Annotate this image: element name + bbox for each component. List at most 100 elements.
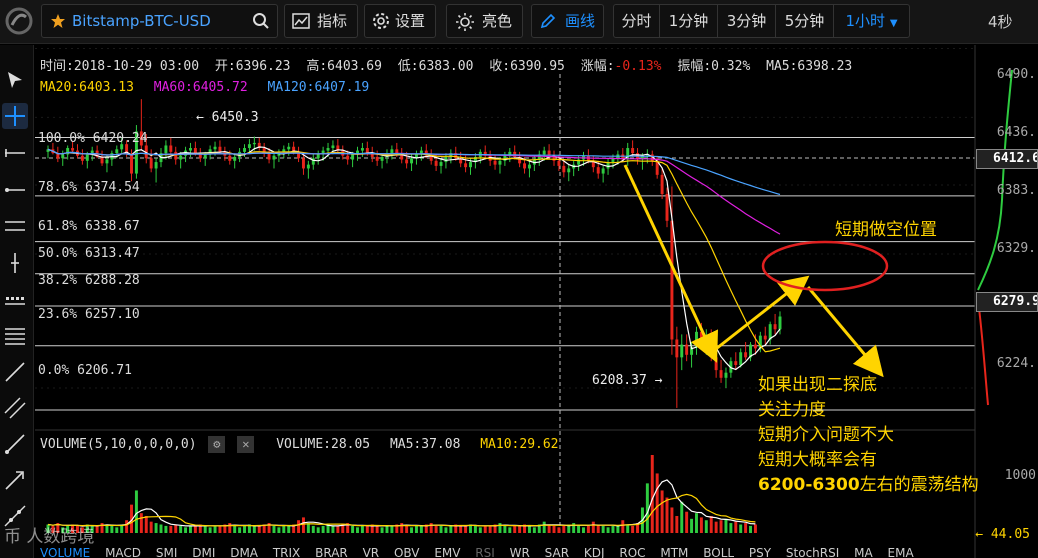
volume-bar <box>174 524 178 533</box>
candle-body <box>218 146 222 152</box>
volume-bar <box>690 518 694 533</box>
volume-bar <box>179 525 183 533</box>
volume-bar <box>134 490 138 533</box>
indicator-tab[interactable]: EMA <box>888 546 914 558</box>
volume-bar <box>660 490 664 533</box>
volume-bar <box>110 525 114 533</box>
annotation-arrow-forecast <box>806 286 884 378</box>
info-change-label: 涨幅: <box>580 59 615 74</box>
low-marker: 6208.37 → <box>592 373 663 388</box>
indicator-tab[interactable]: WR <box>510 546 530 558</box>
volume-bar <box>331 525 335 533</box>
candle-body <box>272 155 276 160</box>
candle-body <box>601 168 605 174</box>
close-icon[interactable]: ✕ <box>237 436 255 453</box>
indicator-tab[interactable]: SMI <box>156 546 178 558</box>
volume-bar <box>139 513 143 533</box>
indicator-tab[interactable]: SAR <box>545 546 569 558</box>
candle-body <box>567 168 571 173</box>
candle-body <box>247 144 251 149</box>
volume-bar <box>744 523 748 533</box>
volume-bar <box>400 523 404 533</box>
indicator-tab[interactable]: VR <box>363 546 380 558</box>
volume-bar <box>144 515 148 533</box>
volume-bar <box>695 513 698 533</box>
volume-bar <box>125 520 129 533</box>
indicator-tab[interactable]: BOLL <box>703 546 734 558</box>
volume-bar <box>115 527 119 533</box>
volume-bar <box>218 525 222 533</box>
fib-label-500: 50.0% 6313.47 <box>38 246 140 261</box>
indicator-tab[interactable]: KDJ <box>584 546 605 558</box>
indicator-tab[interactable]: MACD <box>105 546 141 558</box>
analysis-range: 6200-6300 <box>758 475 860 495</box>
candle-body <box>213 146 217 150</box>
volume-bar <box>385 525 389 533</box>
candle-body <box>596 167 600 174</box>
candle-body <box>252 142 256 145</box>
candle-body <box>115 149 119 154</box>
ma20-line <box>47 148 781 353</box>
volume-bar <box>277 527 281 533</box>
candle-body <box>326 148 330 151</box>
indicator-tab[interactable]: PSY <box>749 546 771 558</box>
indicator-tab[interactable]: ROC <box>619 546 645 558</box>
volume-bar <box>626 524 630 533</box>
indicator-tab[interactable]: DMI <box>192 546 215 558</box>
volume-bar <box>483 525 487 533</box>
indicator-tab[interactable]: BRAR <box>315 546 348 558</box>
gear-icon[interactable]: ⚙ <box>208 436 226 453</box>
candle-body <box>287 146 291 150</box>
volume-bar <box>650 455 654 533</box>
info-change-value: -0.13% <box>614 59 662 74</box>
ma60-line <box>47 148 781 235</box>
volume-bar <box>473 525 477 533</box>
volume-bar <box>95 525 99 533</box>
candle-body <box>773 324 777 330</box>
volume-title: VOLUME(5,10,0,0,0,0) <box>40 437 197 452</box>
indicator-tab[interactable]: DMA <box>230 546 258 558</box>
volume-bar <box>336 525 340 533</box>
candle-body <box>542 150 546 155</box>
volume-ma10-line <box>47 493 756 527</box>
annotation-arrow-up <box>711 275 810 354</box>
indicator-tab[interactable]: RSI <box>475 546 495 558</box>
volume-bar <box>100 523 104 533</box>
volume-bar <box>287 525 291 533</box>
volume-bar <box>503 525 507 533</box>
candle-body <box>380 156 384 161</box>
volume-bar <box>557 527 561 533</box>
indicator-tab[interactable]: MTM <box>660 546 688 558</box>
candle-body <box>80 155 84 161</box>
candle-body <box>188 148 192 151</box>
candle-body <box>434 160 438 166</box>
volume-value: VOLUME:28.05 <box>276 437 371 452</box>
candle-body <box>734 361 738 366</box>
candle-body <box>685 344 689 355</box>
indicator-tab[interactable]: MA <box>854 546 873 558</box>
fib-label-236: 23.6% 6257.10 <box>38 307 140 322</box>
volume-bar <box>464 525 468 533</box>
volume-bar <box>360 525 364 533</box>
volume-bar <box>228 523 232 533</box>
moving-averages <box>47 146 781 371</box>
indicator-tab[interactable]: VOLUME <box>40 546 90 558</box>
candle-body <box>203 154 207 159</box>
volume-bar <box>586 525 590 533</box>
candle-body <box>405 159 409 164</box>
volume-bar <box>159 524 163 533</box>
info-close: 收:6390.95 <box>489 59 565 74</box>
indicator-tab[interactable]: EMV <box>434 546 460 558</box>
candle-body <box>149 158 153 169</box>
volume-bar <box>685 511 689 533</box>
volume-bar <box>488 525 492 533</box>
indicator-tab[interactable]: OBV <box>394 546 420 558</box>
volume-bar <box>188 525 192 533</box>
volume-bar <box>444 527 448 533</box>
volume-bar <box>233 525 237 533</box>
indicator-tab[interactable]: StochRSI <box>786 546 839 558</box>
indicator-tab[interactable]: TRIX <box>273 546 300 558</box>
fib-label-618: 61.8% 6338.67 <box>38 219 140 234</box>
volume-bar <box>410 527 414 533</box>
volume-bar <box>238 527 242 533</box>
